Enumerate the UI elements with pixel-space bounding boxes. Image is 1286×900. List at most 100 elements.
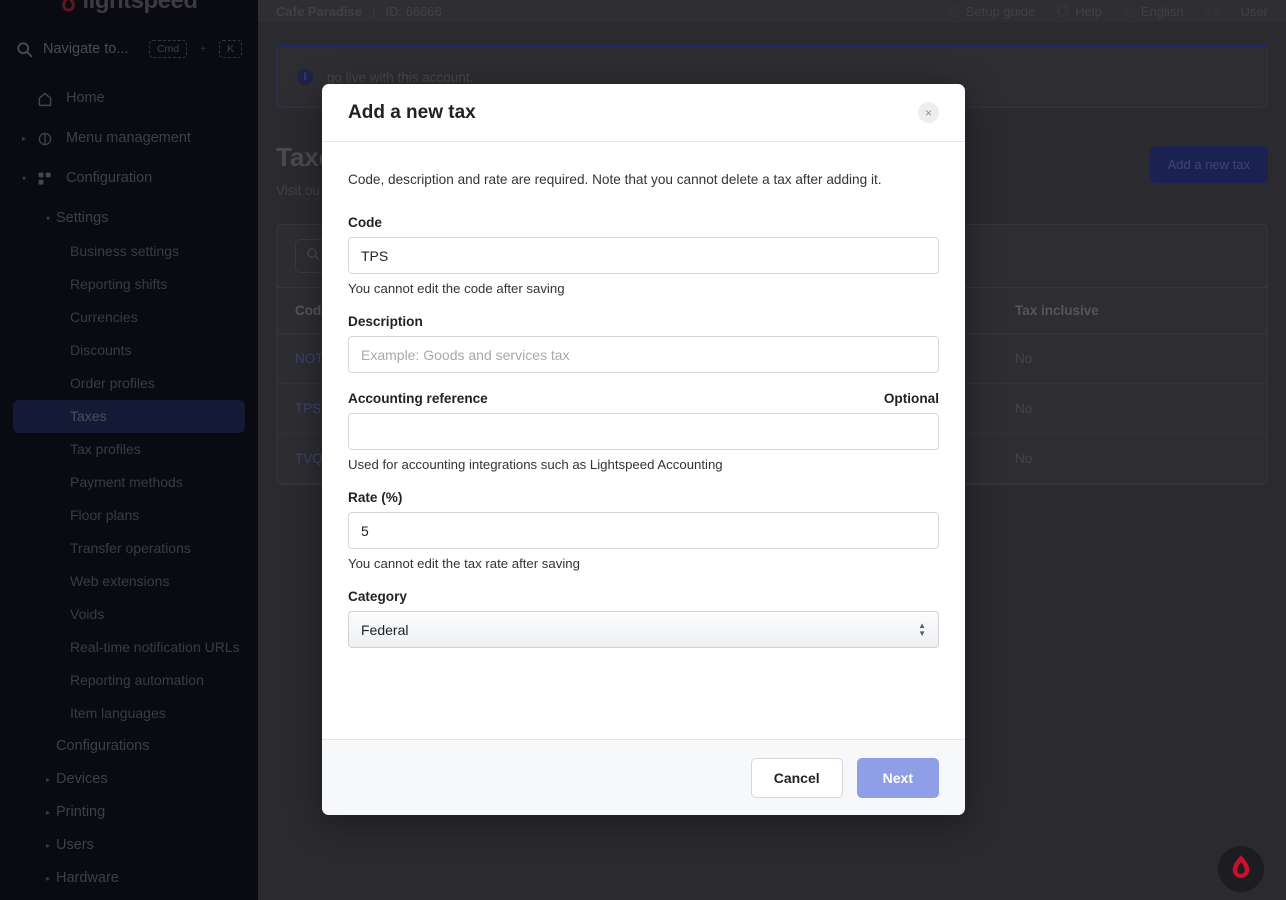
business-name: Cafe Paradise: [276, 3, 362, 19]
code-input[interactable]: [348, 237, 939, 275]
description-input[interactable]: [348, 336, 939, 374]
sidebar-item-discounts[interactable]: Discounts: [0, 334, 258, 367]
chevron-icon[interactable]: ▸: [32, 775, 56, 784]
sidebar-item-reporting-shifts[interactable]: Reporting shifts: [0, 268, 258, 301]
next-button[interactable]: Next: [856, 757, 939, 798]
sidebar-item-currencies[interactable]: Currencies: [0, 301, 258, 334]
sidebar-item-devices[interactable]: ▸ Devices: [0, 763, 258, 796]
sidebar-item-label: Settings: [56, 210, 109, 227]
sidebar-item-label: Tax profiles: [70, 440, 141, 457]
sidebar-item-label: Home: [66, 90, 105, 107]
sidebar-item-label: Configurations: [56, 738, 150, 755]
accounting-reference-label: Accounting reference: [348, 391, 488, 407]
info-banner-text: go live with this account.: [327, 69, 474, 85]
sidebar-item-label: Taxes: [70, 407, 107, 424]
accounting-reference-input[interactable]: [348, 413, 939, 451]
sidebar-item-configuration[interactable]: ▾ Configuration: [0, 162, 258, 195]
rate-input[interactable]: [348, 512, 939, 550]
accounting-reference-label-row: Accounting reference Optional: [348, 391, 939, 413]
lightspeed-flame-icon: [60, 0, 77, 12]
user-label: User: [1240, 3, 1268, 19]
sidebar-item-taxes[interactable]: Taxes: [13, 400, 245, 433]
chevron-icon[interactable]: ▸: [32, 874, 56, 883]
apps-grid-button[interactable]: [1205, 5, 1219, 17]
cancel-button[interactable]: Cancel: [750, 757, 843, 798]
dialog-intro-text: Code, description and rate are required.…: [348, 172, 882, 187]
chevron-icon[interactable]: ▸: [8, 134, 32, 143]
code-help-text: You cannot edit the code after saving: [348, 281, 565, 297]
cell-tax-inclusive: No: [997, 433, 1267, 484]
lightspeed-flame-icon: [1230, 854, 1252, 885]
app-root: lightspeed Navigate to... Cmd + K Home ▸ M…: [0, 0, 1286, 900]
add-a-new-tax-button[interactable]: Add a new tax: [1149, 146, 1268, 183]
global-search[interactable]: Navigate to... Cmd + K: [0, 28, 258, 70]
sidebar-item-web-extensions[interactable]: Web extensions: [0, 565, 258, 598]
sidebar-item-voids[interactable]: Voids: [0, 598, 258, 631]
sidebar-item-label: Item languages: [70, 704, 166, 721]
sidebar-item-transfer-operations[interactable]: Transfer operations: [0, 532, 258, 565]
home-icon: [32, 91, 58, 107]
accounting-reference-help-text: Used for accounting integrations such as…: [348, 457, 723, 473]
rate-help-text: You cannot edit the tax rate after savin…: [348, 556, 580, 572]
column-header-tax-inclusive[interactable]: Tax inclusive: [997, 287, 1267, 334]
sidebar-nav: Home ▸ Menu management ▾ Configuration ▾ Setti…: [0, 82, 258, 895]
help-icon: [1057, 5, 1070, 17]
sidebar-item-business-settings[interactable]: Business settings: [0, 235, 258, 268]
sidebar-item-label: Voids: [70, 605, 105, 622]
sidebar-item-hardware[interactable]: ▸ Hardware: [0, 862, 258, 895]
add-new-tax-dialog: Add a new tax × Code, description and ra…: [322, 84, 965, 815]
language-label: English: [1140, 3, 1184, 19]
chevron-icon[interactable]: ▸: [32, 808, 56, 817]
topbar-separator: |: [372, 3, 376, 19]
category-select[interactable]: Federal: [348, 611, 939, 649]
support-widget-button[interactable]: [1218, 846, 1264, 892]
sidebar-item-label: Floor plans: [70, 506, 140, 523]
dialog-title: Add a new tax: [348, 101, 476, 123]
sidebar-item-label: Reporting automation: [70, 671, 204, 688]
kbd-k: K: [218, 40, 242, 58]
language-selector[interactable]: English: [1123, 3, 1184, 19]
sidebar-item-menu-management[interactable]: ▸ Menu management: [0, 122, 258, 155]
sidebar-item-label: Payment methods: [70, 473, 183, 490]
chevron-icon[interactable]: ▾: [8, 174, 32, 183]
user-menu[interactable]: User: [1241, 4, 1268, 19]
sidebar-item-label: Business settings: [70, 242, 179, 259]
setup-guide-link[interactable]: Setup guide: [948, 3, 1036, 19]
sidebar-item-home[interactable]: Home: [0, 82, 258, 115]
info-icon: i: [297, 69, 313, 85]
code-label: Code: [348, 215, 382, 231]
sidebar-item-floor-plans[interactable]: Floor plans: [0, 499, 258, 532]
sidebar-item-tax-profiles[interactable]: Tax profiles: [0, 433, 258, 466]
sidebar-item-settings[interactable]: ▾ Settings: [0, 202, 258, 235]
sidebar-item-label: Transfer operations: [70, 539, 191, 556]
field-rate: Rate (%) You cannot edit the tax rate af…: [348, 490, 939, 571]
sidebar-item-label: Real-time notification URLs: [70, 638, 240, 655]
top-bar: Cafe Paradise | ID: 66666 Setup guide He…: [258, 0, 1286, 22]
help-label: Help: [1075, 3, 1102, 19]
field-accounting-reference: Accounting reference Optional Used for a…: [348, 391, 939, 472]
sidebar-item-label: Configuration: [66, 170, 153, 187]
chevron-icon[interactable]: ▸: [32, 841, 56, 850]
help-link[interactable]: Help: [1057, 4, 1102, 19]
field-category: Category Federal ▲ ▼: [348, 589, 939, 649]
sidebar-item-reporting-automation[interactable]: Reporting automation: [0, 664, 258, 697]
sidebar-item-payment-methods[interactable]: Payment methods: [0, 466, 258, 499]
sidebar-item-label: Users: [56, 837, 94, 854]
sidebar: lightspeed Navigate to... Cmd + K Home ▸ M…: [0, 0, 258, 900]
sidebar-item-real-time-notification-urls[interactable]: Real-time notification URLs: [0, 631, 258, 664]
chevron-icon[interactable]: ▾: [32, 214, 56, 223]
close-icon[interactable]: ×: [918, 102, 939, 123]
dialog-header: Add a new tax ×: [322, 84, 965, 142]
sidebar-item-item-languages[interactable]: Item languages: [0, 697, 258, 730]
sidebar-item-order-profiles[interactable]: Order profiles: [0, 367, 258, 400]
sidebar-item-configurations[interactable]: Configurations: [0, 730, 258, 763]
search-icon: [306, 247, 320, 266]
cell-tax-inclusive: No: [997, 383, 1267, 434]
app-logo[interactable]: lightspeed: [0, 0, 258, 18]
accounting-reference-optional-badge: Optional: [883, 391, 939, 407]
sidebar-item-label: Web extensions: [70, 572, 170, 589]
setup-guide-label: Setup guide: [965, 3, 1036, 19]
sidebar-item-printing[interactable]: ▸ Printing: [0, 796, 258, 829]
sidebar-item-users[interactable]: ▸ Users: [0, 829, 258, 862]
category-label: Category: [348, 589, 407, 605]
